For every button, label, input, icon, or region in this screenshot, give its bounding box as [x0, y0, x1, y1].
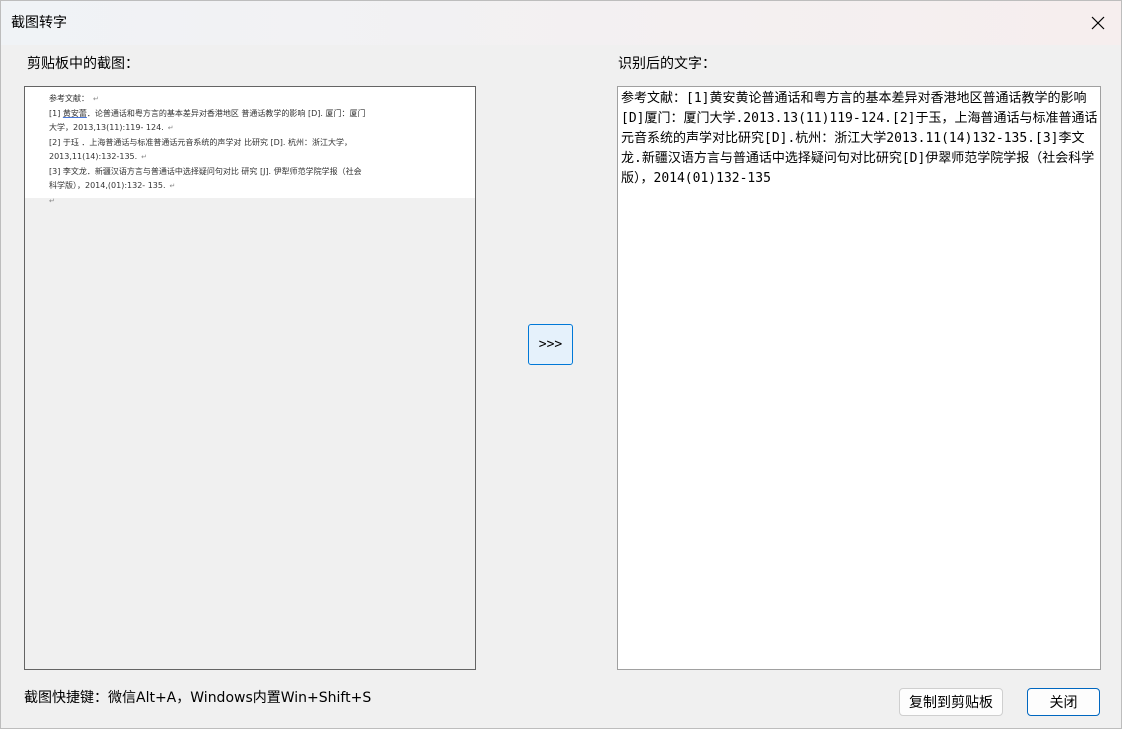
close-button[interactable]: 关闭 — [1027, 688, 1100, 716]
shortcut-hint: 截图快捷键：微信Alt+A，Windows内置Win+Shift+S — [24, 690, 372, 706]
ocr-dialog-window: 截图转字 剪贴板中的截图： 识别后的文字： 参考文献： ↵ [1] 黄安蕾．论普通… — [0, 0, 1122, 729]
clip-line: 参考文献： ↵ — [49, 94, 99, 103]
window-title: 截图转字 — [11, 15, 67, 31]
clip-line: ↵ — [49, 196, 55, 205]
clipboard-image-label: 剪贴板中的截图： — [27, 56, 139, 72]
clip-line: 大学，2013,13(11):119- 124. ↵ — [49, 123, 174, 132]
clip-line: [1] 黄安蕾．论普通话和粤方言的基本差异对香港地区 普通话教学的影响 [D].… — [49, 108, 366, 118]
copy-to-clipboard-button[interactable]: 复制到剪贴板 — [899, 688, 1003, 716]
convert-button[interactable]: >>> — [528, 324, 573, 365]
clip-line: [2] 于珏 ．上海普通话与标准普通话元音系统的声学对 比研究 [D]. 杭州：… — [49, 137, 352, 147]
clipboard-image-preview: 参考文献： ↵ [1] 黄安蕾．论普通话和粤方言的基本差异对香港地区 普通话教学的… — [24, 86, 476, 670]
clipboard-screenshot: 参考文献： ↵ [1] 黄安蕾．论普通话和粤方言的基本差异对香港地区 普通话教学的… — [25, 87, 475, 205]
recognized-text-label: 识别后的文字： — [618, 56, 716, 72]
underlined-word: 黄安蕾 — [62, 108, 87, 118]
close-icon — [1091, 16, 1105, 30]
title-bar[interactable]: 截图转字 — [1, 1, 1121, 45]
clip-line: [3] 李文龙．新疆汉语方言与普通话中选择疑问句对比 研究 [J]. 伊犁师范学… — [49, 166, 362, 176]
clip-line: 科学版），2014,(01):132- 135. ↵ — [49, 181, 176, 190]
recognized-text-area[interactable]: 参考文献：[1]黄安黄论普通话和粤方言的基本差异对香港地区普通话教学的影响[D]… — [617, 86, 1101, 670]
clip-line: 2013,11(14):132-135. ↵ — [49, 152, 148, 161]
window-close-button[interactable] — [1075, 1, 1121, 45]
